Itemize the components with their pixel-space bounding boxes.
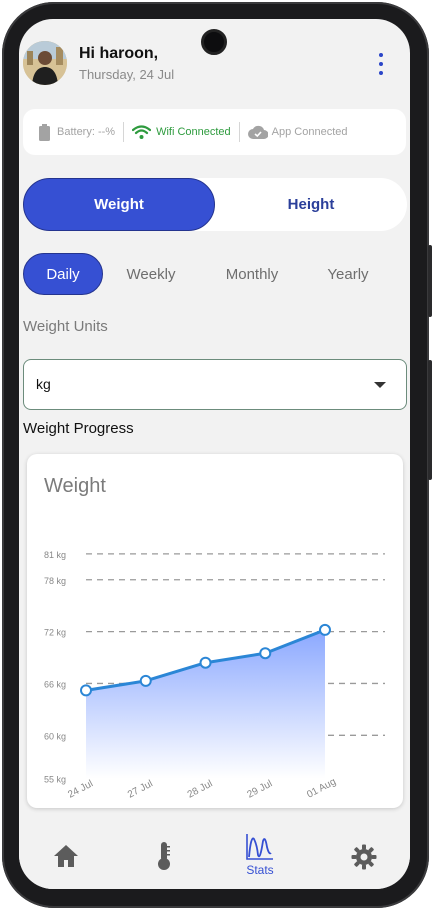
- weight-chart: 55 kg 60 kg 66 kg 72 kg 78 kg 81 kg 24 Jul 27 J…: [44, 550, 385, 801]
- y-tick-label: 81 kg: [44, 550, 66, 560]
- greeting-text: Hi haroon,: [79, 45, 159, 62]
- dropdown-caret-icon: [374, 382, 386, 388]
- nav-settings[interactable]: [351, 844, 377, 870]
- x-tick-label: 29 Jul: [245, 778, 274, 800]
- metric-toggle: Weight Height: [23, 178, 407, 231]
- data-point: [199, 656, 212, 669]
- weight-tab[interactable]: Weight: [23, 178, 215, 231]
- weight-progress-label: Weight Progress: [23, 420, 134, 437]
- power-button: [428, 360, 432, 480]
- gear-icon: [351, 844, 377, 870]
- period-weekly[interactable]: Weekly: [113, 253, 189, 295]
- cloud-check-icon: [247, 125, 268, 139]
- y-tick-label: 55 kg: [44, 775, 66, 785]
- x-tick-label: 28 Jul: [186, 778, 215, 800]
- x-tick-label: 24 Jul: [66, 778, 95, 800]
- bottom-navigation: Stats: [19, 819, 410, 889]
- data-point: [319, 623, 331, 636]
- divider: [123, 122, 125, 142]
- weight-units-value: kg: [36, 376, 51, 392]
- series-area: [86, 629, 325, 779]
- home-icon: [54, 845, 78, 867]
- thermometer-icon: [158, 842, 170, 870]
- weight-units-label: Weight Units: [23, 318, 108, 335]
- data-point: [139, 674, 152, 687]
- x-tick-label: 27 Jul: [126, 778, 155, 800]
- battery-status: Battery: --%: [39, 123, 116, 141]
- period-daily[interactable]: Daily: [23, 253, 103, 295]
- data-point: [80, 684, 92, 697]
- app-screen: Hi haroon, Thursday, 24 Jul Battery: --%…: [19, 19, 410, 889]
- period-tabs: Daily Weekly Monthly Yearly: [23, 253, 407, 295]
- weight-units-select[interactable]: kg: [23, 359, 407, 410]
- nav-temperature[interactable]: [156, 841, 172, 871]
- height-tab[interactable]: Height: [215, 178, 407, 231]
- weight-chart-card: Weight 55 kg 60 kg 66 kg 72 kg 78 kg 81 kg 24 …: [27, 454, 403, 808]
- stats-icon: [246, 834, 273, 860]
- app-status-label: App Connected: [271, 126, 348, 138]
- volume-button: [428, 245, 432, 317]
- wifi-icon: [132, 125, 152, 139]
- nav-stats-label: Stats: [246, 863, 274, 877]
- divider: [238, 122, 240, 142]
- nav-stats[interactable]: Stats: [245, 833, 275, 877]
- more-options-icon[interactable]: [375, 53, 387, 75]
- period-monthly[interactable]: Monthly: [209, 253, 295, 295]
- y-tick-label: 66 kg: [44, 679, 66, 689]
- wifi-status-label: Wifi Connected: [156, 126, 231, 138]
- device-status-card: Battery: --% Wifi Connected App Connecte…: [23, 109, 406, 155]
- wifi-status: Wifi Connected: [132, 125, 231, 139]
- x-tick-label: 01 Aug: [305, 776, 338, 800]
- avatar[interactable]: [23, 41, 67, 85]
- y-tick-label: 60 kg: [44, 731, 66, 741]
- battery-icon: [39, 123, 50, 141]
- app-status: App Connected: [247, 125, 348, 139]
- y-tick-label: 78 kg: [44, 576, 66, 586]
- data-point: [259, 647, 272, 660]
- y-tick-label: 72 kg: [44, 628, 66, 638]
- battery-status-label: Battery: --%: [57, 126, 116, 138]
- period-yearly[interactable]: Yearly: [313, 253, 383, 295]
- front-camera: [201, 29, 227, 55]
- current-date: Thursday, 24 Jul: [79, 67, 175, 82]
- nav-home[interactable]: [53, 844, 79, 868]
